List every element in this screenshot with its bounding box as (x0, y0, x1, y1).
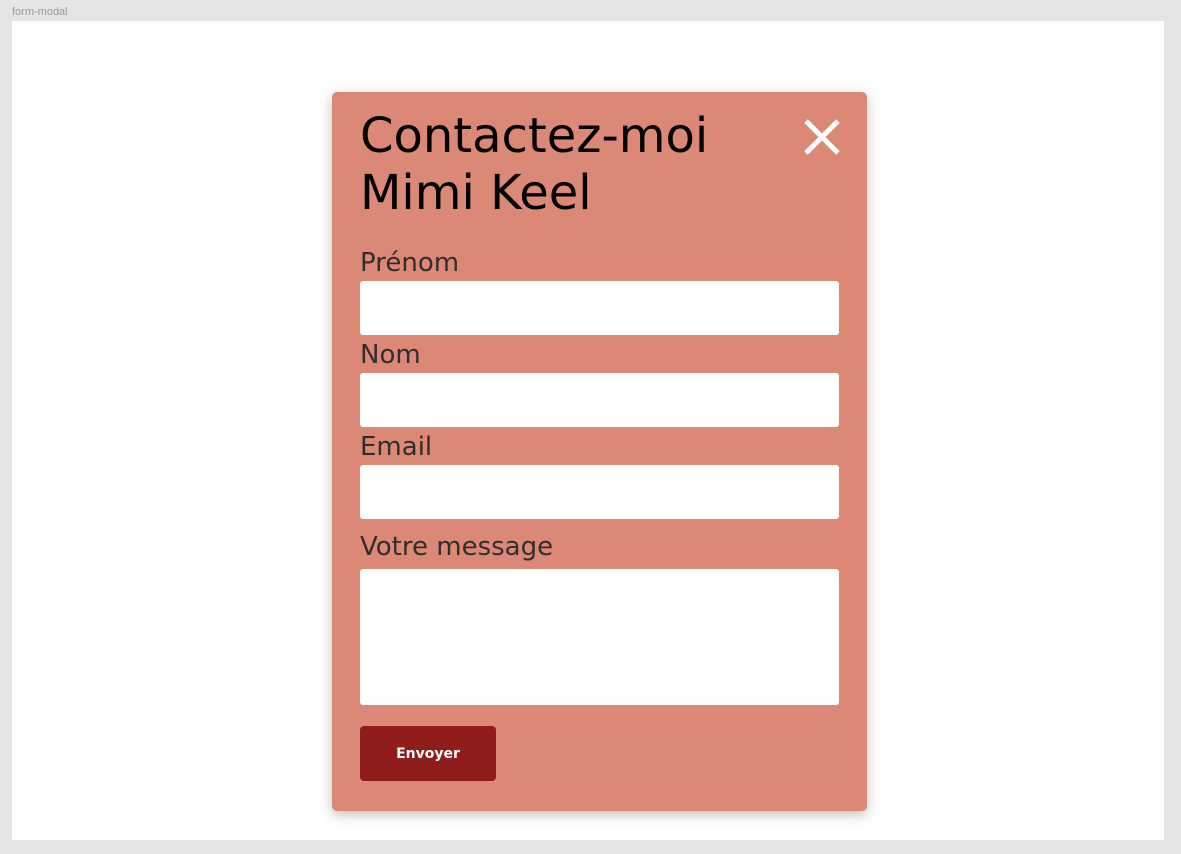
modal-title-line-2: Mimi Keel (360, 165, 592, 221)
contact-modal: Contactez-moi Mimi Keel Prénom Nom Email… (332, 92, 867, 811)
message-label: Votre message (360, 532, 554, 562)
modal-title: Contactez-moi Mimi Keel (360, 108, 780, 222)
first-name-input[interactable] (360, 281, 839, 335)
canvas: Contactez-moi Mimi Keel Prénom Nom Email… (12, 21, 1164, 840)
close-button[interactable] (802, 117, 842, 157)
email-label: Email (360, 432, 433, 462)
last-name-input[interactable] (360, 373, 839, 427)
modal-title-line-1: Contactez-moi (360, 108, 709, 164)
close-icon (804, 119, 840, 155)
last-name-label: Nom (360, 340, 421, 370)
submit-button[interactable]: Envoyer (360, 726, 496, 781)
frame-label: form-modal (12, 6, 68, 18)
email-input[interactable] (360, 465, 839, 519)
message-textarea[interactable] (360, 569, 839, 705)
first-name-label: Prénom (360, 248, 460, 278)
